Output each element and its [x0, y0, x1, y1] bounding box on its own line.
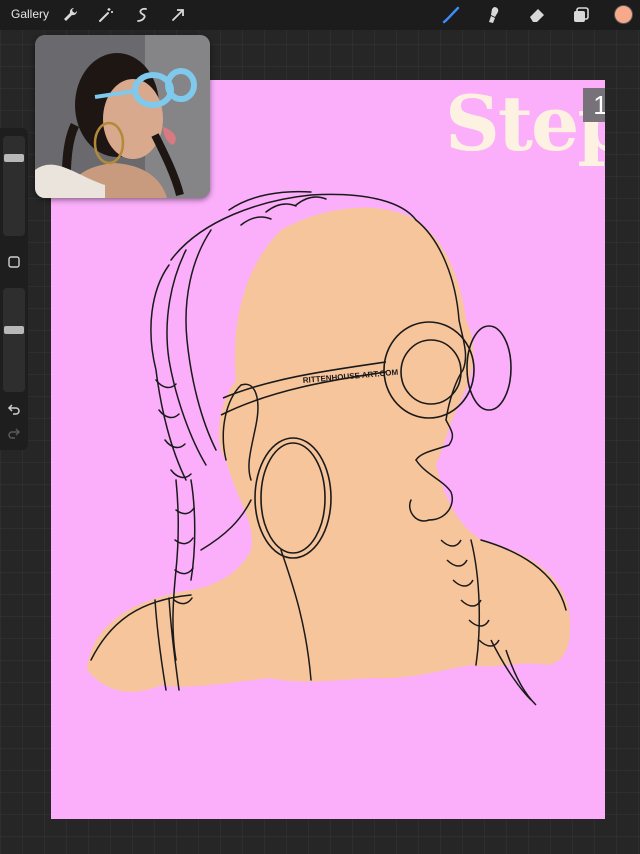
brush-size-slider-thumb[interactable] [4, 154, 24, 162]
transform-arrow-icon[interactable] [168, 5, 188, 25]
step-title: Step [445, 80, 605, 168]
gallery-button[interactable]: Gallery [11, 7, 49, 21]
opacity-slider-thumb[interactable] [4, 326, 24, 334]
wrench-icon[interactable] [60, 5, 80, 25]
eraser-icon[interactable] [527, 5, 547, 25]
modify-square-icon[interactable] [6, 254, 22, 270]
undo-arrow-icon[interactable] [6, 402, 22, 418]
skin-fill [87, 207, 571, 692]
left-sidebar [0, 128, 28, 450]
redo-arrow-icon[interactable] [6, 426, 22, 442]
layers-icon[interactable] [571, 5, 591, 25]
brush-icon[interactable] [441, 5, 461, 25]
selection-icon[interactable] [133, 5, 153, 25]
reference-photo-illustration [35, 35, 210, 198]
top-toolbar: Gallery [0, 0, 640, 30]
opacity-slider[interactable] [3, 288, 25, 392]
reference-image[interactable] [35, 35, 210, 198]
step-number-badge: 1 [583, 88, 605, 122]
magic-wand-icon[interactable] [96, 5, 116, 25]
color-picker-swatch[interactable] [614, 5, 633, 24]
brush-size-slider[interactable] [3, 136, 25, 236]
smudge-icon[interactable] [483, 5, 503, 25]
